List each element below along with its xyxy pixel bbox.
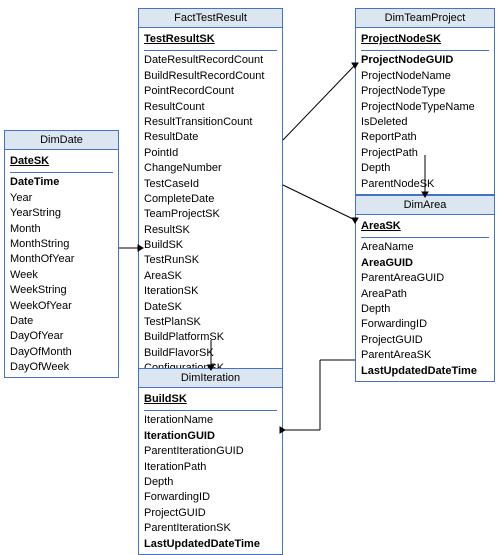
dimarea-entity: DimArea AreaSK AreaName AreaGUID ParentA… bbox=[355, 195, 495, 382]
fact-f6: ResultDate bbox=[144, 130, 277, 145]
da-f4: AreaPath bbox=[361, 287, 489, 302]
di-f1: IterationName bbox=[144, 413, 277, 428]
dimteamproject-pk: ProjectNodeSK bbox=[361, 32, 489, 47]
fact-f1: DateResultRecordCount bbox=[144, 53, 277, 68]
facttestresult-entity: FactTestResult TestResultSK DateResultRe… bbox=[138, 8, 283, 410]
da-f3: ParentAreaGUID bbox=[361, 271, 489, 286]
di-f6: ForwardingID bbox=[144, 490, 277, 505]
da-f7: ProjectGUID bbox=[361, 333, 489, 348]
dimdate-month: Month bbox=[10, 222, 113, 237]
dimdate-date: Date bbox=[10, 314, 113, 329]
da-f5: Depth bbox=[361, 302, 489, 317]
dimarea-pk: AreaSK bbox=[361, 219, 489, 234]
da-f9: LastUpdatedDateTime bbox=[361, 364, 489, 379]
dtp-f4: ProjectNodeTypeName bbox=[361, 100, 489, 115]
dtp-f1: ProjectNodeGUID bbox=[361, 53, 489, 68]
fact-f8: ChangeNumber bbox=[144, 161, 277, 176]
dtp-f2: ProjectNodeName bbox=[361, 69, 489, 84]
dimdate-weekstring: WeekString bbox=[10, 283, 113, 298]
di-f7: ProjectGUID bbox=[144, 506, 277, 521]
dimdate-entity: DimDate DateSK DateTime Year YearString … bbox=[4, 130, 119, 378]
dimdate-year: Year bbox=[10, 191, 113, 206]
fact-f15: AreaSK bbox=[144, 269, 277, 284]
fact-f17: DateSK bbox=[144, 300, 277, 315]
di-f3: ParentIterationGUID bbox=[144, 444, 277, 459]
dimdate-pk: DateSK bbox=[10, 154, 113, 169]
dtp-f7: ProjectPath bbox=[361, 146, 489, 161]
di-f8: ParentIterationSK bbox=[144, 521, 277, 536]
dimiteration-pk: BuildSK bbox=[144, 392, 277, 407]
fact-f3: PointRecordCount bbox=[144, 84, 277, 99]
dimdate-dayofyear: DayOfYear bbox=[10, 329, 113, 344]
fact-f4: ResultCount bbox=[144, 100, 277, 115]
di-f5: Depth bbox=[144, 475, 277, 490]
fact-f14: TestRunSK bbox=[144, 253, 277, 268]
dimteamproject-entity: DimTeamProject ProjectNodeSK ProjectNode… bbox=[355, 8, 495, 195]
fact-f20: BuildFlavorSK bbox=[144, 346, 277, 361]
dimdate-monthofyear: MonthOfYear bbox=[10, 252, 113, 267]
fact-f2: BuildResultRecordCount bbox=[144, 69, 277, 84]
dimteamproject-title: DimTeamProject bbox=[356, 9, 494, 28]
dtp-f9: ParentNodeSK bbox=[361, 177, 489, 192]
da-f8: ParentAreaSK bbox=[361, 348, 489, 363]
fact-f9: TestCaseId bbox=[144, 177, 277, 192]
fact-f13: BuildSK bbox=[144, 238, 277, 253]
di-f9: LastUpdatedDateTime bbox=[144, 537, 277, 552]
dtp-f5: IsDeleted bbox=[361, 115, 489, 130]
dimdate-monthstring: MonthString bbox=[10, 237, 113, 252]
dimarea-title: DimArea bbox=[356, 196, 494, 215]
fact-f5: ResultTransitionCount bbox=[144, 115, 277, 130]
da-f1: AreaName bbox=[361, 240, 489, 255]
fact-f19: BuildPlatformSK bbox=[144, 330, 277, 345]
da-f2: AreaGUID bbox=[361, 256, 489, 271]
dimdate-dayofmonth: DayOfMonth bbox=[10, 345, 113, 360]
facttestresult-title: FactTestResult bbox=[139, 9, 282, 28]
dimdate-yearstring: YearString bbox=[10, 206, 113, 221]
da-f6: ForwardingID bbox=[361, 317, 489, 332]
fact-f7: PointId bbox=[144, 146, 277, 161]
fact-f18: TestPlanSK bbox=[144, 315, 277, 330]
fact-f16: IterationSK bbox=[144, 284, 277, 299]
dimdate-weekofyear: WeekOfYear bbox=[10, 299, 113, 314]
di-f4: IterationPath bbox=[144, 460, 277, 475]
dimiteration-title: DimIteration bbox=[139, 369, 282, 388]
di-f2: IterationGUID bbox=[144, 429, 277, 444]
fact-f11: TeamProjectSK bbox=[144, 207, 277, 222]
dtp-f3: ProjectNodeType bbox=[361, 84, 489, 99]
dtp-f6: ReportPath bbox=[361, 130, 489, 145]
dimdate-title: DimDate bbox=[5, 131, 118, 150]
fact-f12: ResultSK bbox=[144, 223, 277, 238]
dimiteration-entity: DimIteration BuildSK IterationName Itera… bbox=[138, 368, 283, 555]
fact-f10: CompleteDate bbox=[144, 192, 277, 207]
dimdate-dayofweek: DayOfWeek bbox=[10, 360, 113, 375]
dimdate-week: Week bbox=[10, 268, 113, 283]
dtp-f8: Depth bbox=[361, 161, 489, 176]
dimdate-datetime: DateTime bbox=[10, 175, 113, 190]
facttestresult-pk: TestResultSK bbox=[144, 32, 277, 47]
